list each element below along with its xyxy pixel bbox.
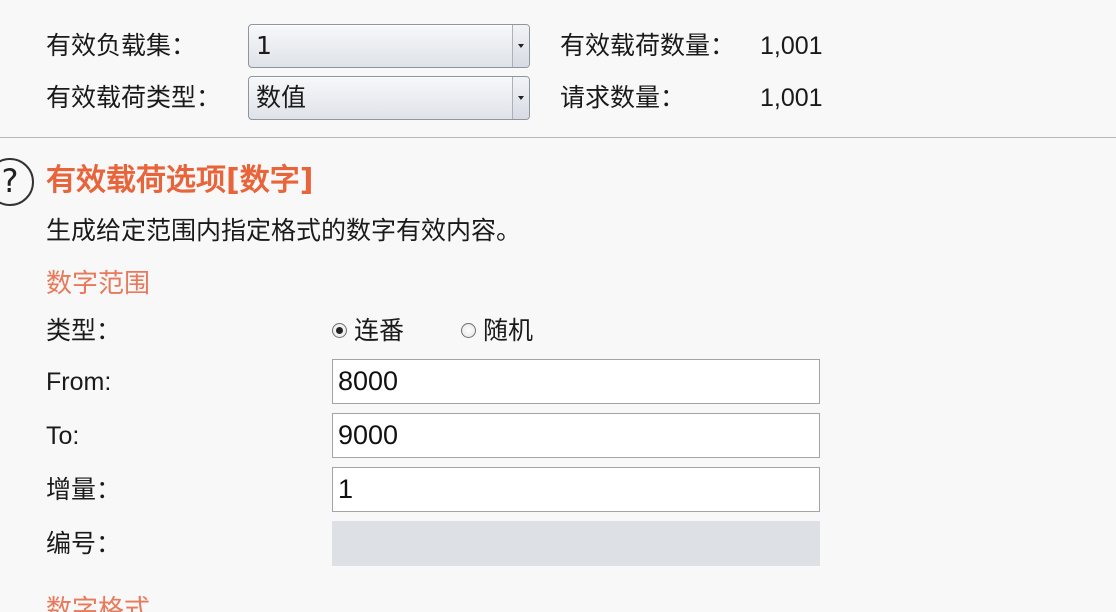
count-label: 编号： (46, 529, 122, 558)
help-icon[interactable]: ? (0, 158, 34, 206)
request-count-label: 请求数量： (560, 83, 686, 112)
payload-count-value: 1,001 (760, 32, 823, 60)
step-label: 增量： (46, 475, 122, 504)
payload-type-select[interactable]: 数值 (248, 76, 530, 120)
radio-random-label[interactable]: 随机 (483, 316, 533, 346)
chevron-down-icon[interactable] (512, 25, 529, 67)
radio-random[interactable] (461, 323, 476, 338)
from-label: From: (46, 368, 112, 396)
payload-set-label: 有效负载集： (46, 31, 197, 60)
payload-count-label: 有效载荷数量： (560, 31, 736, 60)
payload-type-label: 有效载荷类型： (46, 83, 222, 112)
chevron-down-icon[interactable] (512, 77, 529, 119)
count-input (332, 521, 820, 566)
request-count-value: 1,001 (760, 84, 823, 112)
section-description: 生成给定范围内指定格式的数字有效内容。 (46, 216, 522, 245)
radio-sequential-label[interactable]: 连番 (354, 316, 404, 346)
cropped-text-line (0, 0, 1116, 6)
number-format-heading: 数字格式 (46, 595, 151, 612)
section-title: 有效载荷选项[数字] (46, 163, 314, 198)
from-input[interactable]: 8000 (332, 359, 820, 404)
payload-type-value: 数值 (256, 83, 307, 112)
intruder-payloads-panel: 有效负载集： 1 有效载荷数量： 1,001 有效载荷类型： 数值 请求数量： … (0, 0, 1116, 612)
number-range-heading: 数字范围 (46, 269, 151, 299)
to-label: To: (46, 422, 80, 450)
radio-sequential[interactable] (332, 323, 347, 338)
type-label: 类型： (46, 316, 122, 345)
payload-set-select[interactable]: 1 (248, 24, 530, 68)
step-input[interactable]: 1 (332, 467, 820, 512)
to-input[interactable]: 9000 (332, 413, 820, 458)
payload-set-value: 1 (256, 31, 272, 60)
section-divider (0, 137, 1116, 138)
